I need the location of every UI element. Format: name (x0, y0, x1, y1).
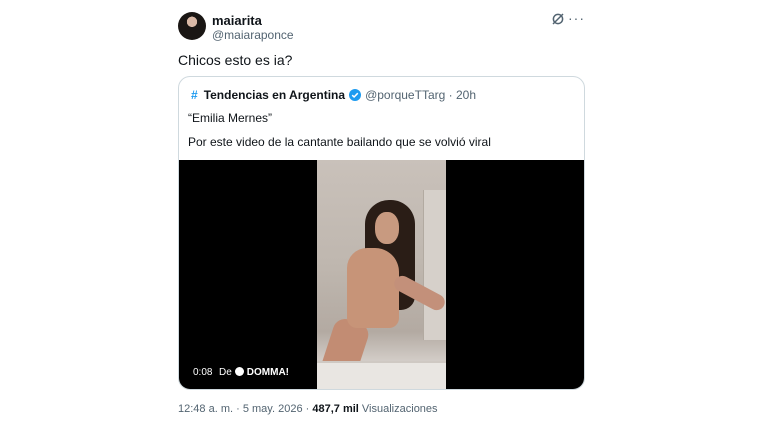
video-timestamp: 0:08 (193, 367, 213, 378)
video-source-name[interactable]: DOMMA! (247, 367, 289, 378)
counter-top (317, 361, 446, 389)
grok-icon[interactable] (551, 12, 565, 26)
video-player[interactable]: 0:08 De DOMMA! (179, 160, 584, 389)
post-date[interactable]: 5 may. 2026 (243, 403, 303, 415)
author-handle[interactable]: @maiaraponce (212, 28, 294, 42)
source-logo-icon (234, 367, 244, 376)
post-time[interactable]: 12:48 a. m. (178, 403, 233, 415)
hashtag-icon: # (191, 88, 198, 102)
meta-separator-2: · (305, 403, 310, 415)
background-door (423, 190, 446, 340)
quoted-post[interactable]: # Tendencias en Argentina @porqueTTarg · 2… (178, 76, 585, 390)
more-icon[interactable]: ··· (568, 10, 585, 26)
quoted-post-line2: Por este video de la cantante bailando q… (188, 135, 491, 149)
author-row: maiarita @maiaraponce ··· (178, 10, 585, 46)
dot-separator: · (448, 88, 453, 102)
post-meta: 12:48 a. m. · 5 may. 2026 · 487,7 mil Vi… (178, 403, 438, 415)
quoted-post-time[interactable]: 20h (456, 88, 476, 102)
views-label: Visualizaciones (361, 403, 438, 415)
quoted-author-handle[interactable]: @porqueTTarg (365, 88, 445, 102)
meta-separator: · (236, 403, 240, 415)
quoted-author-name[interactable]: Tendencias en Argentina (204, 88, 345, 102)
video-frame (317, 160, 446, 389)
quoted-post-line1: “Emilia Mernes” (188, 111, 273, 125)
quoted-post-header: # Tendencias en Argentina @porqueTTarg · 2… (191, 88, 476, 102)
verified-icon (349, 89, 362, 101)
video-source-prefix: De (219, 367, 232, 378)
views-count: 487,7 mil (312, 403, 359, 415)
person-torso (347, 248, 399, 328)
author-display-name[interactable]: maiarita (212, 13, 262, 28)
avatar[interactable] (178, 12, 206, 40)
post-text: Chicos esto es ia? (178, 52, 293, 68)
person-face (375, 212, 399, 244)
video-source[interactable]: De DOMMA! (219, 367, 289, 378)
